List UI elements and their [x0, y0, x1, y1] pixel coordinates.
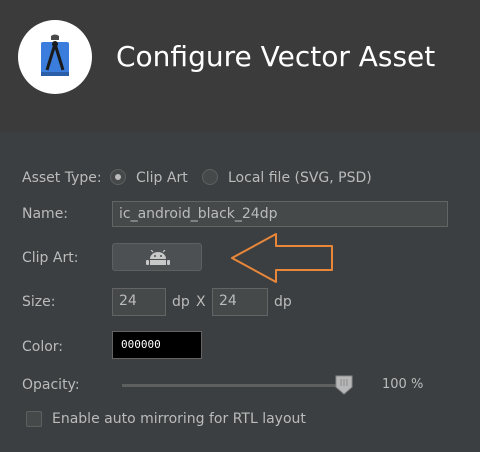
- dialog-title: Configure Vector Asset: [116, 40, 436, 73]
- width-input[interactable]: 24: [112, 288, 166, 316]
- size-label: Size:: [22, 294, 56, 310]
- radio-local-file[interactable]: [202, 169, 218, 185]
- color-label: Color:: [22, 339, 64, 355]
- opacity-slider-thumb[interactable]: [334, 375, 354, 395]
- radio-clip-art[interactable]: [110, 169, 126, 185]
- dialog-header: Configure Vector Asset: [0, 0, 480, 132]
- radio-clip-art-label[interactable]: Clip Art: [136, 170, 188, 186]
- opacity-slider-track[interactable]: [122, 384, 346, 387]
- height-input[interactable]: 24: [212, 288, 268, 316]
- clip-art-label: Clip Art:: [22, 250, 79, 266]
- rtl-mirroring-checkbox[interactable]: [26, 411, 42, 427]
- color-picker-button[interactable]: 000000: [112, 331, 202, 359]
- android-studio-logo-icon: [18, 20, 92, 94]
- radio-local-file-label[interactable]: Local file (SVG, PSD): [228, 170, 372, 186]
- android-robot-icon: [146, 250, 170, 265]
- height-unit: dp: [274, 294, 292, 310]
- opacity-label: Opacity:: [22, 377, 80, 393]
- rtl-mirroring-label[interactable]: Enable auto mirroring for RTL layout: [52, 411, 306, 427]
- left-arrow-annotation: [228, 228, 338, 288]
- asset-type-label: Asset Type:: [22, 170, 102, 186]
- radio-selected-dot: [115, 174, 121, 180]
- clip-art-button[interactable]: [112, 243, 202, 271]
- name-input[interactable]: ic_android_black_24dp: [112, 201, 448, 227]
- name-label: Name:: [22, 206, 69, 222]
- width-unit: dp: [172, 294, 190, 310]
- opacity-value: 100 %: [382, 377, 424, 392]
- size-separator: X: [196, 294, 206, 310]
